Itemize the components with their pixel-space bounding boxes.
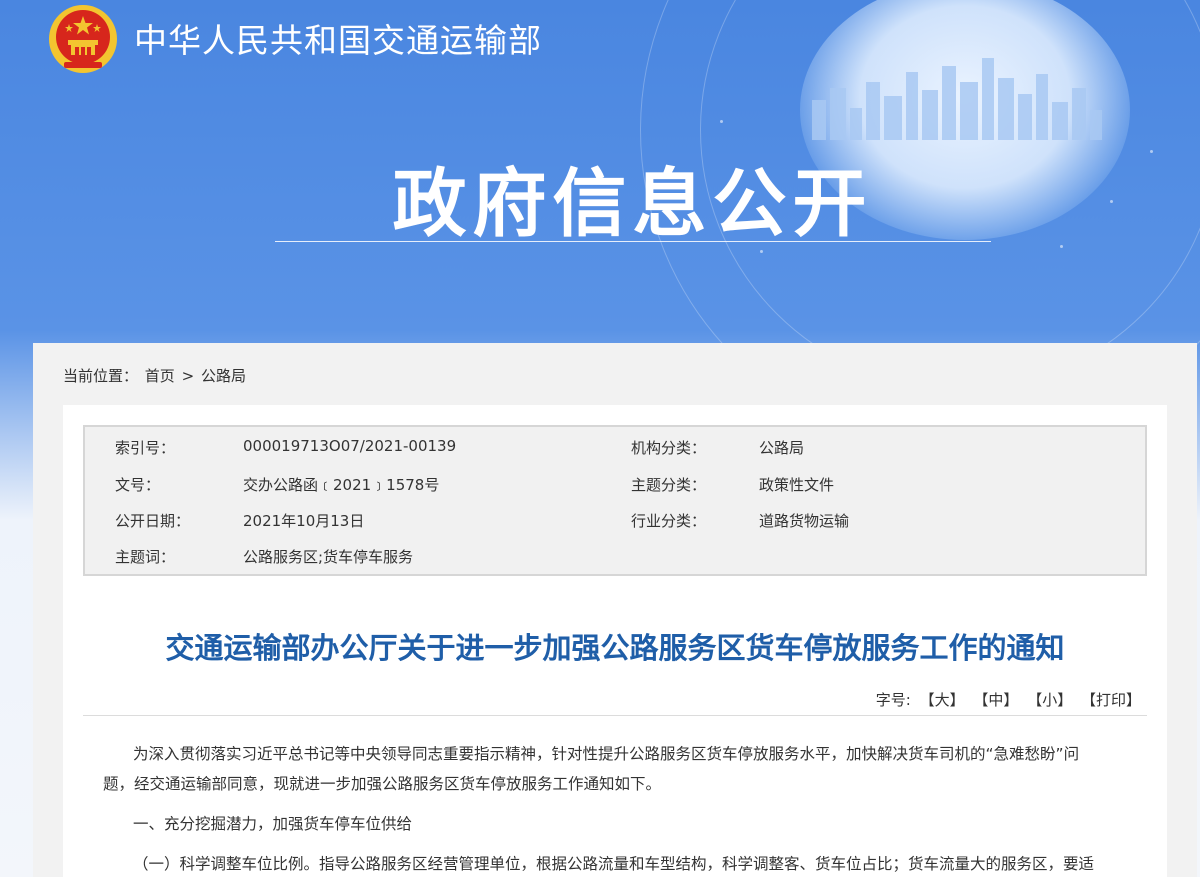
- ministry-name[interactable]: 中华人民共和国交通运输部: [134, 14, 542, 62]
- meta-row: 主题词： 公路服务区;货车停车服务: [85, 546, 1145, 570]
- city-skyline-illustration: [812, 58, 1102, 140]
- industry-category-value: 道路货物运输: [759, 512, 850, 530]
- font-small-button[interactable]: 【小】: [1027, 691, 1072, 709]
- font-medium-button[interactable]: 【中】: [973, 691, 1018, 709]
- meta-row: 文号： 交办公路函﹝2021﹞1578号 主题分类： 政策性文件: [85, 474, 1145, 498]
- font-size-label: 字号:: [875, 691, 911, 709]
- main-panel: 当前位置： 首页 > 公路局 索引号： 000019713O07/2021-00…: [33, 343, 1197, 877]
- breadcrumb-prefix: 当前位置：: [63, 367, 139, 385]
- publish-date-label: 公开日期：: [115, 512, 191, 530]
- national-emblem-icon: [49, 5, 117, 73]
- keywords-label: 主题词：: [115, 548, 176, 566]
- publish-date-value: 2021年10月13日: [243, 512, 365, 530]
- font-large-button[interactable]: 【大】: [920, 691, 965, 709]
- network-dot: [720, 120, 723, 123]
- breadcrumb-home-link[interactable]: 首页: [145, 367, 175, 385]
- font-size-toolbar: 字号: 【大】 【中】 【小】 【打印】: [876, 689, 1141, 710]
- index-number-value: 000019713O07/2021-00139: [243, 437, 457, 455]
- document-title: 交通运输部办公厅关于进一步加强公路服务区货车停放服务工作的通知: [165, 631, 1065, 665]
- index-number-label: 索引号：: [115, 439, 176, 457]
- content-area: 索引号： 000019713O07/2021-00139 机构分类： 公路局 文…: [63, 405, 1167, 877]
- meta-row: 公开日期： 2021年10月13日 行业分类： 道路货物运输: [85, 510, 1145, 534]
- topic-category-label: 主题分类：: [631, 476, 707, 494]
- document-number-value: 交办公路函﹝2021﹞1578号: [243, 476, 440, 494]
- body-paragraph-line: （一）科学调整车位比例。指导公路服务区经营管理单位，根据公路流量和车型结构，科学…: [133, 855, 1095, 873]
- industry-category-label: 行业分类：: [631, 512, 707, 530]
- document-divider: [83, 715, 1147, 716]
- section-heading: 一、充分挖掘潜力，加强货车停车位供给: [133, 815, 413, 833]
- topic-category-value: 政策性文件: [759, 476, 835, 494]
- body-paragraph-line: 为深入贯彻落实习近平总书记等中央领导同志重要指示精神，针对性提升公路服务区货车停…: [133, 745, 1080, 763]
- body-paragraph-line: 题，经交通运输部同意，现就进一步加强公路服务区货车停放服务工作通知如下。: [103, 775, 662, 793]
- title-divider: [275, 241, 991, 242]
- keywords-value: 公路服务区;货车停车服务: [243, 548, 414, 566]
- header-banner: 中华人民共和国交通运输部 政府信息公开: [0, 0, 1200, 345]
- breadcrumb-separator: >: [181, 367, 195, 385]
- section-title: 政府信息公开: [392, 161, 873, 247]
- metadata-box: 索引号： 000019713O07/2021-00139 机构分类： 公路局 文…: [83, 425, 1147, 576]
- print-button[interactable]: 【打印】: [1081, 691, 1141, 709]
- breadcrumb: 当前位置： 首页 > 公路局: [63, 365, 248, 386]
- agency-category-value: 公路局: [759, 439, 805, 457]
- document-number-label: 文号：: [115, 476, 161, 494]
- agency-category-label: 机构分类：: [631, 439, 707, 457]
- breadcrumb-current-link[interactable]: 公路局: [201, 367, 246, 385]
- meta-row: 索引号： 000019713O07/2021-00139 机构分类： 公路局: [85, 437, 1145, 461]
